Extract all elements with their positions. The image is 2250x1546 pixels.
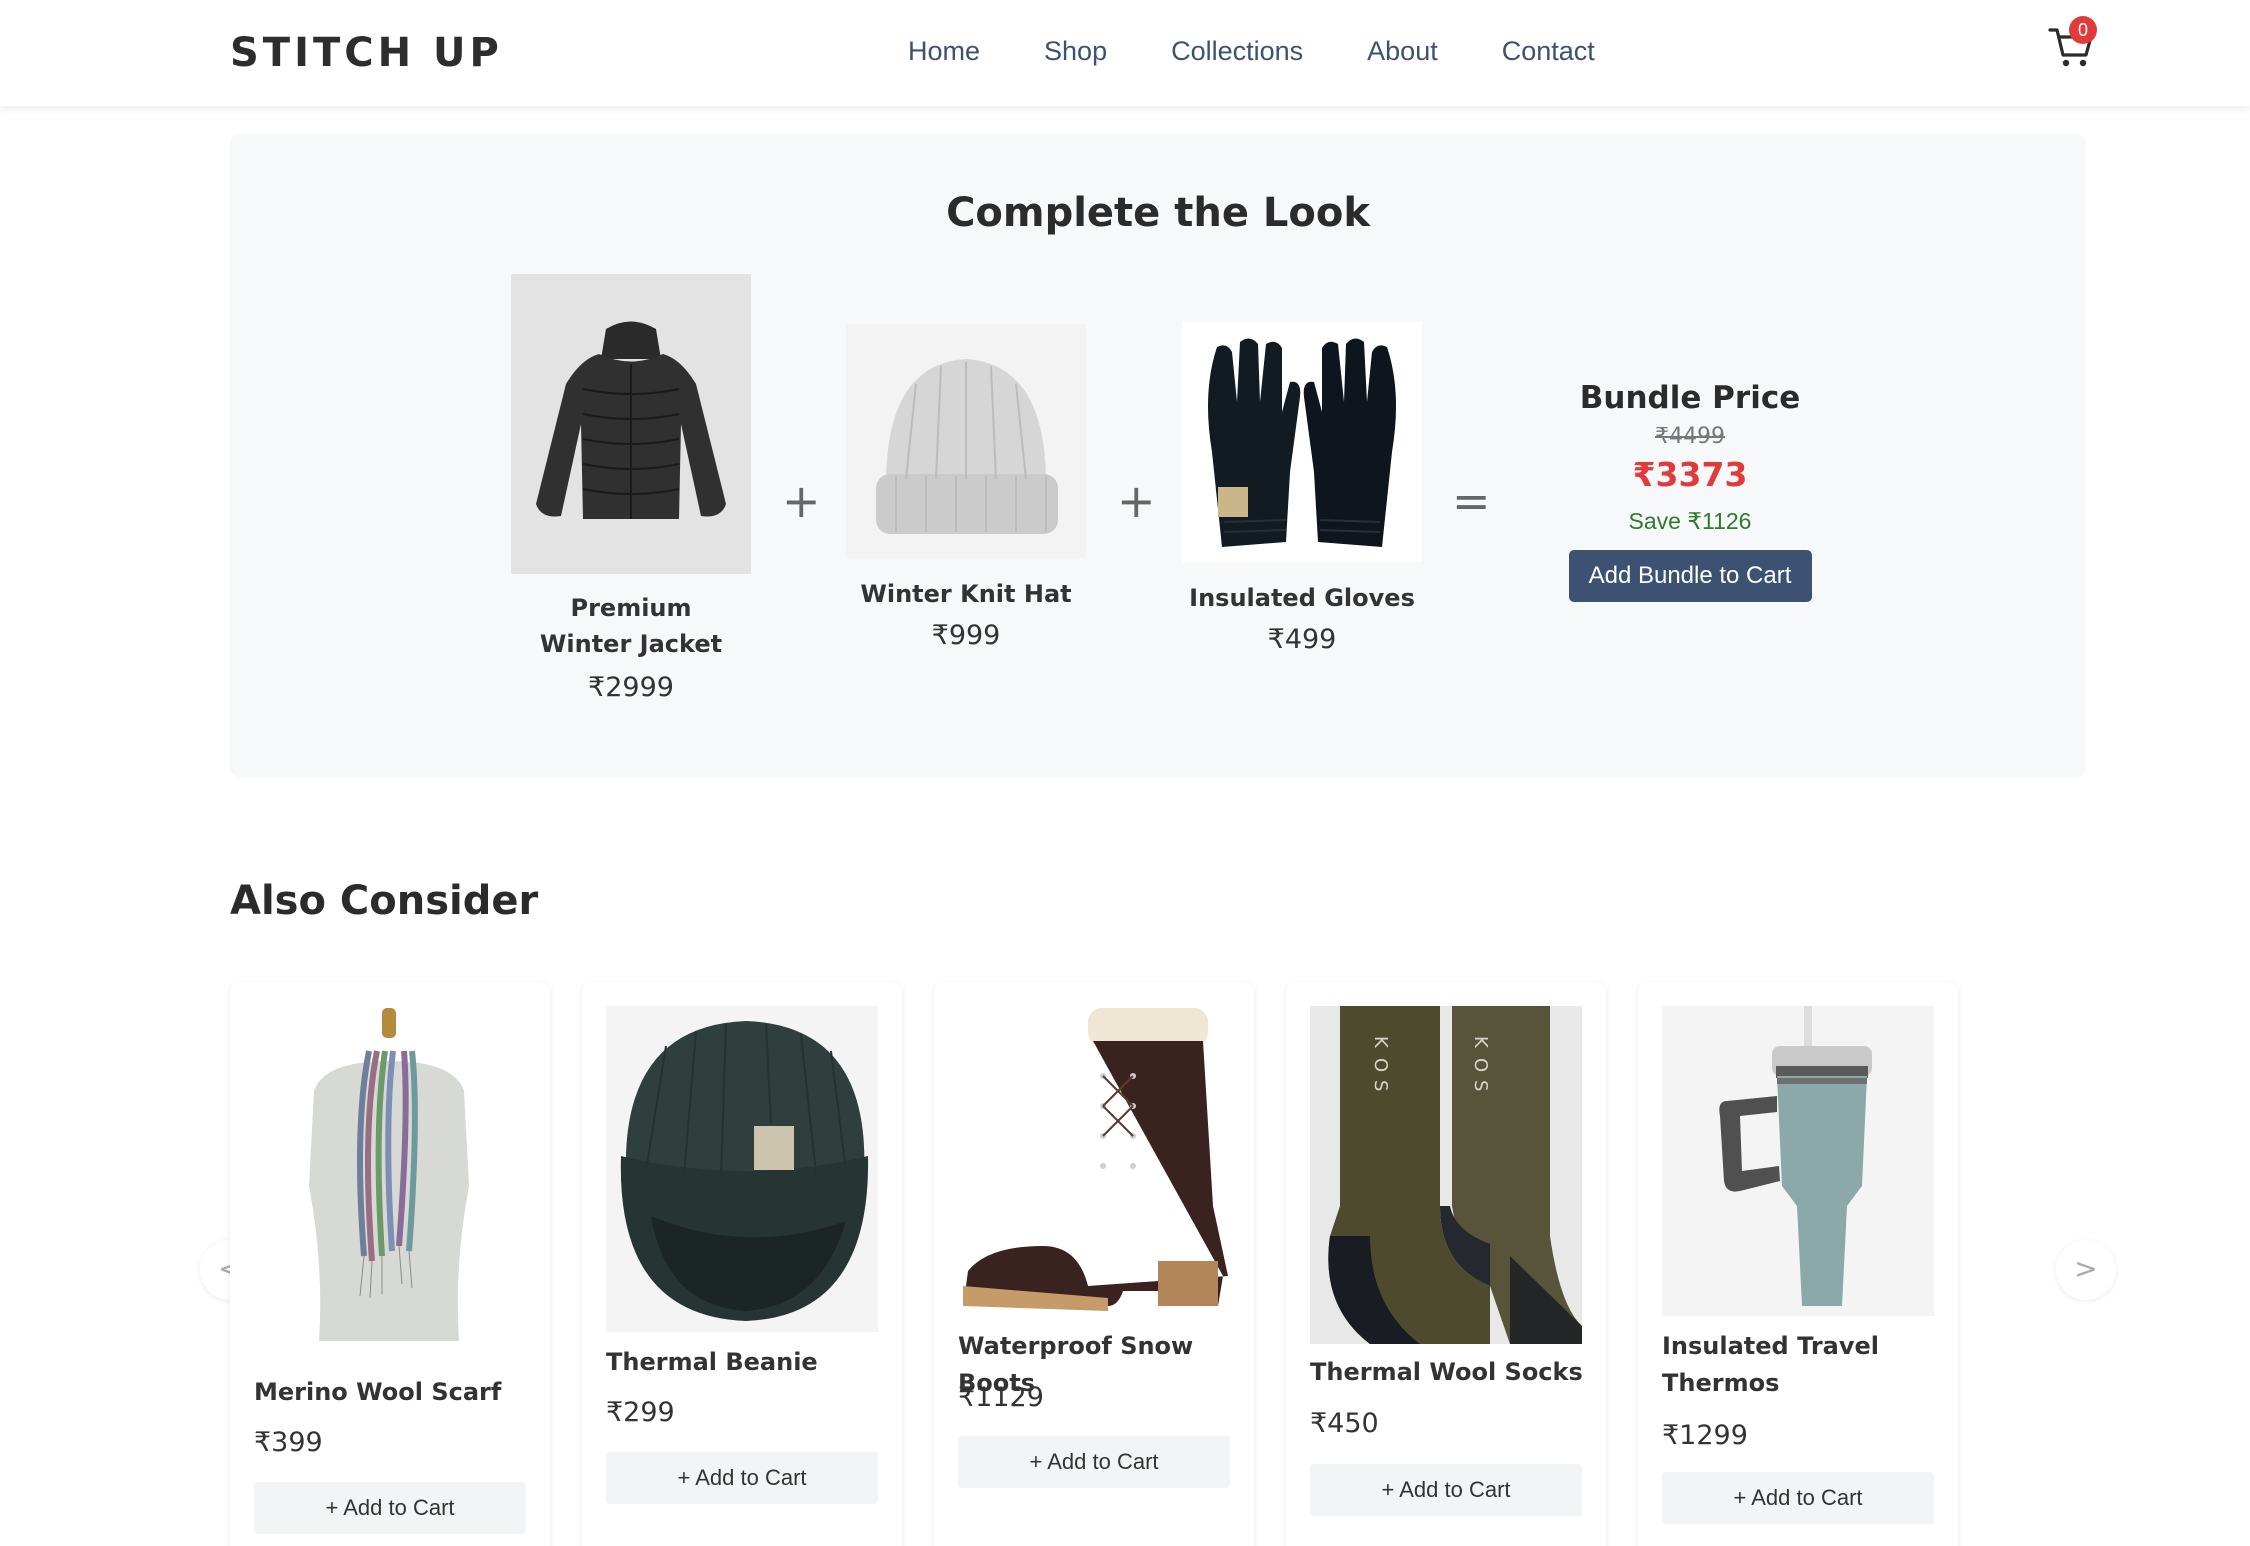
bundle-item-price: ₹499	[1267, 624, 1337, 655]
plus-sign: +	[1117, 474, 1156, 528]
product-name: Insulated Travel Thermos	[1662, 1332, 1880, 1397]
beanie-image	[606, 1006, 878, 1332]
hat-image	[846, 324, 1086, 558]
plus-sign: +	[782, 474, 821, 528]
bundle-price-label: Bundle Price	[1579, 380, 1801, 416]
equals-sign: =	[1452, 474, 1491, 528]
add-bundle-to-cart-button[interactable]: Add Bundle to Cart	[1568, 550, 1812, 602]
bundle-title: Complete the Look	[946, 190, 1370, 236]
product-card-boots[interactable]: Waterproof Snow Boots ₹1129 + Add to Car…	[934, 982, 1254, 1546]
svg-text:K: K	[1470, 1036, 1491, 1049]
bundle-sale-price: ₹3373	[1632, 455, 1748, 494]
nav-link-shop[interactable]: Shop	[1044, 36, 1107, 67]
gloves-image	[1182, 322, 1422, 562]
socks-image: K O S K O S	[1310, 1006, 1582, 1344]
product-card-beanie[interactable]: Thermal Beanie ₹299 + Add to Cart	[582, 982, 902, 1546]
bundle-item-hat[interactable]: Winter Knit Hat ₹999	[846, 324, 1086, 651]
brand-logo[interactable]: STITCH UP	[230, 30, 503, 76]
boots-image	[958, 1006, 1230, 1316]
svg-text:O: O	[1370, 1058, 1391, 1072]
product-price: ₹399	[254, 1427, 323, 1458]
product-card-thermos[interactable]: Insulated Travel Thermos ₹1299 + Add to …	[1638, 982, 1958, 1546]
nav-link-collections[interactable]: Collections	[1171, 36, 1303, 67]
bundle-price-panel: Bundle Price ₹4499 ₹3373 Save ₹1126 Add …	[1540, 380, 1840, 602]
bundle-original-price: ₹4499	[1655, 424, 1725, 449]
add-to-cart-button[interactable]: + Add to Cart	[254, 1482, 526, 1534]
jacket-image	[511, 274, 751, 574]
bundle-item-name: Winter Knit Hat	[860, 580, 1072, 608]
bundle-savings: Save ₹1126	[1628, 508, 1752, 534]
product-price: ₹1129	[958, 1382, 1044, 1413]
product-name: Thermal Beanie	[606, 1348, 818, 1376]
product-card-socks[interactable]: K O S K O S Thermal Wool Socks ₹450 + Ad…	[1286, 982, 1606, 1546]
bundle-item-name: Premium Winter Jacket	[539, 594, 723, 658]
complete-the-look-section: Complete the Look Premium Winter Jacket …	[230, 134, 2086, 777]
product-price: ₹450	[1310, 1408, 1379, 1439]
carousel-next-button[interactable]: >	[2056, 1240, 2116, 1300]
product-card-scarf[interactable]: Merino Wool Scarf ₹399 + Add to Cart	[230, 982, 550, 1546]
bundle-item-price: ₹999	[931, 620, 1001, 651]
add-to-cart-button[interactable]: + Add to Cart	[958, 1436, 1230, 1488]
add-to-cart-button[interactable]: + Add to Cart	[1662, 1472, 1934, 1524]
product-name: Thermal Wool Socks	[1310, 1358, 1583, 1386]
add-to-cart-button[interactable]: + Add to Cart	[606, 1452, 878, 1504]
svg-text:K: K	[1370, 1036, 1391, 1049]
svg-text:S: S	[1470, 1080, 1491, 1091]
nav-link-home[interactable]: Home	[908, 36, 980, 67]
main-nav: Home Shop Collections About Contact	[908, 36, 1659, 67]
svg-text:O: O	[1470, 1058, 1491, 1072]
also-consider-title: Also Consider	[230, 878, 539, 924]
cart-count-badge: 0	[2069, 16, 2097, 44]
product-price: ₹299	[606, 1397, 675, 1428]
bundle-item-name: Insulated Gloves	[1189, 584, 1415, 612]
thermos-image	[1662, 1006, 1934, 1316]
product-price: ₹1299	[1662, 1420, 1748, 1451]
scarf-image	[254, 1006, 526, 1348]
nav-link-contact[interactable]: Contact	[1502, 36, 1595, 67]
add-to-cart-button[interactable]: + Add to Cart	[1310, 1464, 1582, 1516]
svg-text:S: S	[1370, 1080, 1391, 1091]
navbar: STITCH UP Home Shop Collections About Co…	[0, 0, 2250, 106]
nav-link-about[interactable]: About	[1367, 36, 1438, 67]
bundle-item-price: ₹2999	[588, 672, 674, 703]
product-name: Merino Wool Scarf	[254, 1378, 502, 1406]
bundle-item-jacket[interactable]: Premium Winter Jacket ₹2999	[511, 274, 751, 703]
bundle-item-gloves[interactable]: Insulated Gloves ₹499	[1182, 322, 1422, 655]
